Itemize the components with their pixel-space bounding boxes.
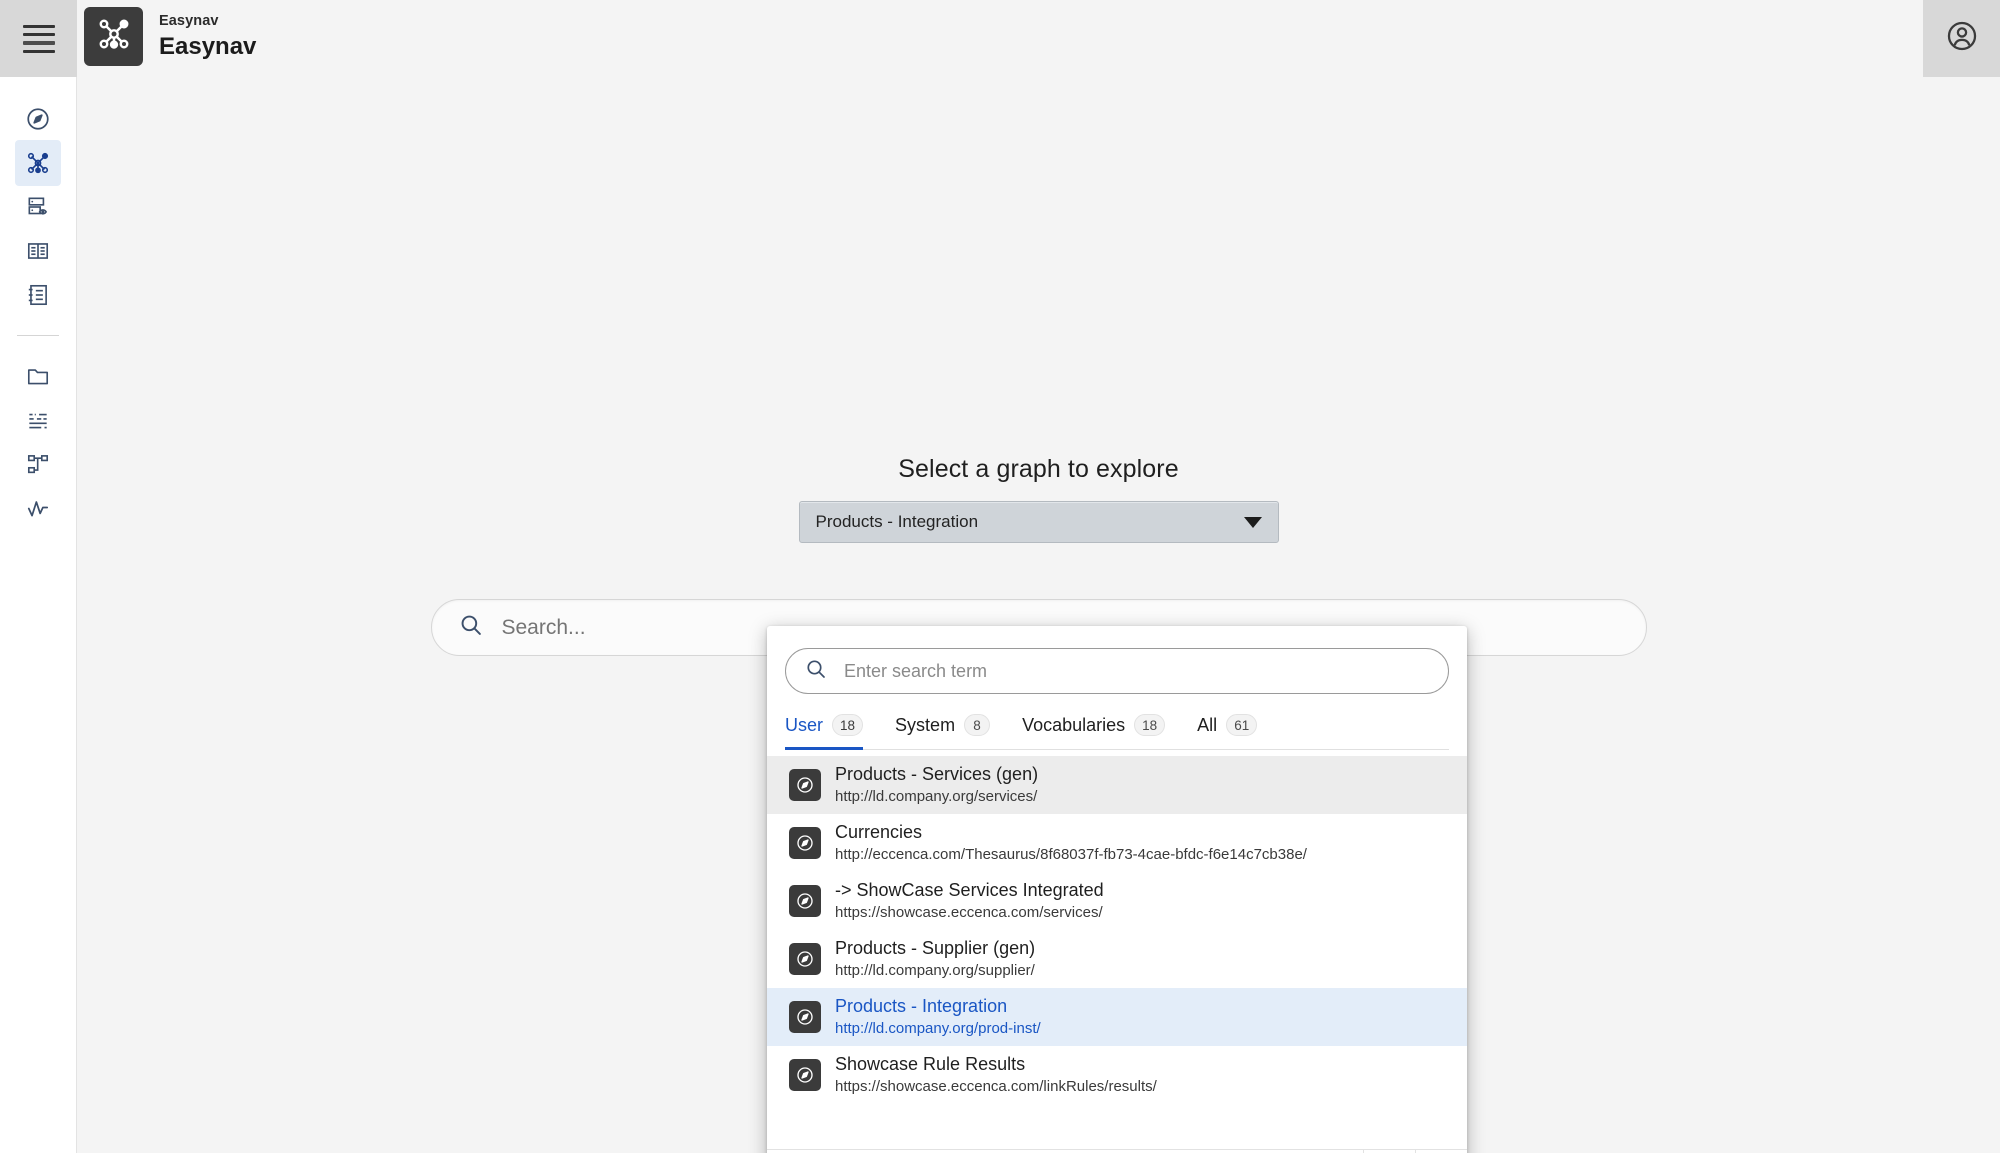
compass-icon <box>789 885 821 917</box>
app-root: Easynav Easynav Select a graph to explor… <box>0 0 2000 1153</box>
graph-node-icon <box>94 14 134 59</box>
list-item-text: Currencies http://eccenca.com/Thesaurus/… <box>835 821 1307 865</box>
sidebar-slot <box>15 442 61 486</box>
popup-search-placeholder: Enter search term <box>844 661 987 682</box>
tab-all-label: All <box>1197 715 1217 736</box>
popup-search-wrap: Enter search term <box>767 626 1467 694</box>
tab-vocabularies[interactable]: Vocabularies 18 <box>1022 714 1165 750</box>
tab-system-count: 8 <box>964 714 990 736</box>
user-circle-icon <box>1945 19 1979 58</box>
list-item[interactable]: Showcase Rule Results https://showcase.e… <box>767 1046 1467 1104</box>
brand[interactable]: Easynav Easynav <box>84 7 256 66</box>
list-item-uri: http://ld.company.org/supplier/ <box>835 961 1035 981</box>
hamburger-menu-button[interactable] <box>0 0 77 77</box>
compass-icon <box>789 769 821 801</box>
dataset-rows-icon <box>25 407 51 433</box>
notebook-list-icon <box>25 282 51 308</box>
tab-system-label: System <box>895 715 955 736</box>
list-item-text: Products - Services (gen) http://ld.comp… <box>835 763 1038 807</box>
tab-vocabularies-count: 18 <box>1134 714 1165 736</box>
sidebar-slot <box>15 185 61 229</box>
user-account-button[interactable] <box>1923 0 2000 77</box>
sidebar-item-vocabularies[interactable] <box>15 228 61 274</box>
list-item-label: Currencies <box>835 821 1307 844</box>
list-item[interactable]: -> ShowCase Services Integrated https://… <box>767 872 1467 930</box>
list-item-uri: http://ld.company.org/prod-inst/ <box>835 1019 1041 1039</box>
list-item-text: -> ShowCase Services Integrated https://… <box>835 879 1104 923</box>
sidebar-slot <box>15 354 61 398</box>
activity-pulse-icon <box>25 495 51 521</box>
tab-vocabularies-label: Vocabularies <box>1022 715 1125 736</box>
compass-icon <box>789 1001 821 1033</box>
graph-select-value: Products - Integration <box>816 512 979 532</box>
graph-select-dropdown[interactable]: Products - Integration <box>799 501 1279 543</box>
sidebar-slot <box>15 273 61 317</box>
sidebar-divider <box>17 335 59 336</box>
left-sidebar <box>0 0 77 1153</box>
knowledge-graph-icon <box>24 149 52 177</box>
list-item-label: Products - Services (gen) <box>835 763 1038 786</box>
popup-search-field[interactable]: Enter search term <box>785 648 1449 694</box>
sidebar-items <box>0 77 76 530</box>
list-item-uri: http://eccenca.com/Thesaurus/8f68037f-fb… <box>835 845 1307 865</box>
tab-user-label: User <box>785 715 823 736</box>
sidebar-item-explore[interactable] <box>15 96 61 142</box>
search-icon <box>804 657 828 686</box>
tab-user[interactable]: User 18 <box>785 714 863 750</box>
compass-icon <box>789 1059 821 1091</box>
sidebar-slot <box>15 398 61 442</box>
tab-all[interactable]: All 61 <box>1197 714 1257 750</box>
list-item-uri: http://ld.company.org/services/ <box>835 787 1038 807</box>
list-item[interactable]: Products - Supplier (gen) http://ld.comp… <box>767 930 1467 988</box>
hamburger-menu-icon <box>23 25 55 53</box>
list-item-text: Products - Integration http://ld.company… <box>835 995 1041 1039</box>
brand-title: Easynav <box>159 32 256 62</box>
sidebar-slot <box>15 97 61 141</box>
list-item-label: Showcase Rule Results <box>835 1053 1157 1076</box>
sidebar-item-graphs[interactable] <box>15 140 61 186</box>
tab-user-count: 18 <box>832 714 863 736</box>
folder-icon <box>25 363 51 389</box>
chevron-down-icon <box>1244 517 1262 528</box>
compass-icon <box>789 827 821 859</box>
sidebar-slot <box>15 229 61 273</box>
open-book-icon <box>25 238 51 264</box>
list-item-selected[interactable]: Products - Integration http://ld.company… <box>767 988 1467 1046</box>
list-item-uri: https://showcase.eccenca.com/linkRules/r… <box>835 1077 1157 1097</box>
top-bar: Easynav Easynav <box>77 0 2000 77</box>
sidebar-item-activity[interactable] <box>15 485 61 531</box>
database-preview-icon <box>25 194 51 220</box>
list-item[interactable]: Products - Services (gen) http://ld.comp… <box>767 756 1467 814</box>
popup-footer: 13–18 of 18 items <box>767 1149 1467 1153</box>
popup-results-list: Products - Services (gen) http://ld.comp… <box>767 750 1467 1149</box>
list-item[interactable]: Currencies http://eccenca.com/Thesaurus/… <box>767 814 1467 872</box>
tab-all-count: 61 <box>1226 714 1257 736</box>
page-title: Select a graph to explore <box>898 455 1178 484</box>
workflow-tree-icon <box>25 451 51 477</box>
list-item-label: Products - Integration <box>835 995 1041 1018</box>
sidebar-item-data-preview[interactable] <box>15 184 61 230</box>
sidebar-item-datasets[interactable] <box>15 397 61 443</box>
brand-subtitle: Easynav <box>159 12 256 30</box>
brand-logo <box>84 7 143 66</box>
sidebar-item-workflows[interactable] <box>15 441 61 487</box>
list-item-label: -> ShowCase Services Integrated <box>835 879 1104 902</box>
sidebar-slot <box>15 486 61 530</box>
main-search-placeholder: Search... <box>502 616 586 640</box>
tab-system[interactable]: System 8 <box>895 714 990 750</box>
sidebar-slot <box>15 141 61 185</box>
list-item-uri: https://showcase.eccenca.com/services/ <box>835 903 1104 923</box>
list-item-text: Showcase Rule Results https://showcase.e… <box>835 1053 1157 1097</box>
sidebar-item-queries[interactable] <box>15 272 61 318</box>
list-item-text: Products - Supplier (gen) http://ld.comp… <box>835 937 1035 981</box>
compass-icon <box>789 943 821 975</box>
main-content: Select a graph to explore Products - Int… <box>77 77 2000 1153</box>
list-item-label: Products - Supplier (gen) <box>835 937 1035 960</box>
popup-tabs: User 18 System 8 Vocabularies 18 All 61 <box>785 714 1449 750</box>
sidebar-item-projects[interactable] <box>15 353 61 399</box>
compass-explore-icon <box>25 106 51 132</box>
brand-text: Easynav Easynav <box>159 7 256 62</box>
search-icon <box>458 612 484 643</box>
graph-search-popup: Enter search term User 18 System 8 Vocab… <box>767 626 1467 1153</box>
